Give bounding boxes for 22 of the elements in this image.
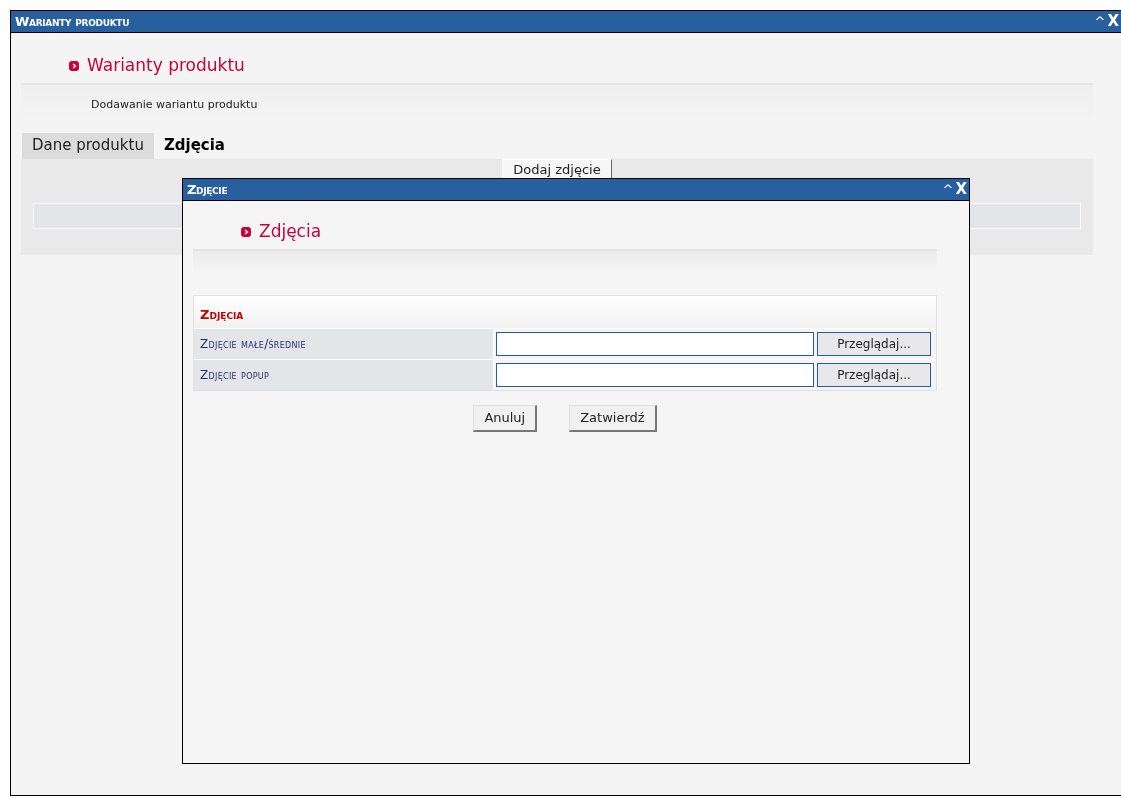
dialog-heading: Zdjęcia xyxy=(259,220,322,243)
window-title: Zdjęcie xyxy=(187,180,228,199)
close-button[interactable]: X xyxy=(1107,14,1119,29)
close-button[interactable]: X xyxy=(955,182,967,197)
browse-button[interactable]: Przeglądaj... xyxy=(817,362,931,387)
field-label: Zdjęcie popup xyxy=(194,359,494,390)
collapse-button[interactable]: ^ xyxy=(942,183,954,196)
bullet-icon xyxy=(241,226,251,237)
cancel-button[interactable]: Anuluj xyxy=(473,404,538,432)
page-subtitle: Dodawanie wariantu produktu xyxy=(91,97,258,111)
tab[interactable]: Dane produktu xyxy=(22,132,154,159)
window-title: Warianty produktu xyxy=(15,12,130,31)
bullet-icon xyxy=(69,60,79,71)
add-photo-button[interactable]: Dodaj zdjęcie xyxy=(502,158,612,181)
browse-button[interactable]: Przeglądaj... xyxy=(817,331,931,356)
field-label: Zdjęcie małe/średnie xyxy=(194,328,494,359)
confirm-button[interactable]: Zatwierdź xyxy=(569,404,657,432)
page-heading: Warianty produktu xyxy=(87,54,245,77)
file-path-field[interactable] xyxy=(496,331,814,356)
collapse-button[interactable]: ^ xyxy=(1094,15,1106,28)
file-path-field[interactable] xyxy=(496,362,814,387)
section-title: Zdjęcia xyxy=(200,306,244,322)
